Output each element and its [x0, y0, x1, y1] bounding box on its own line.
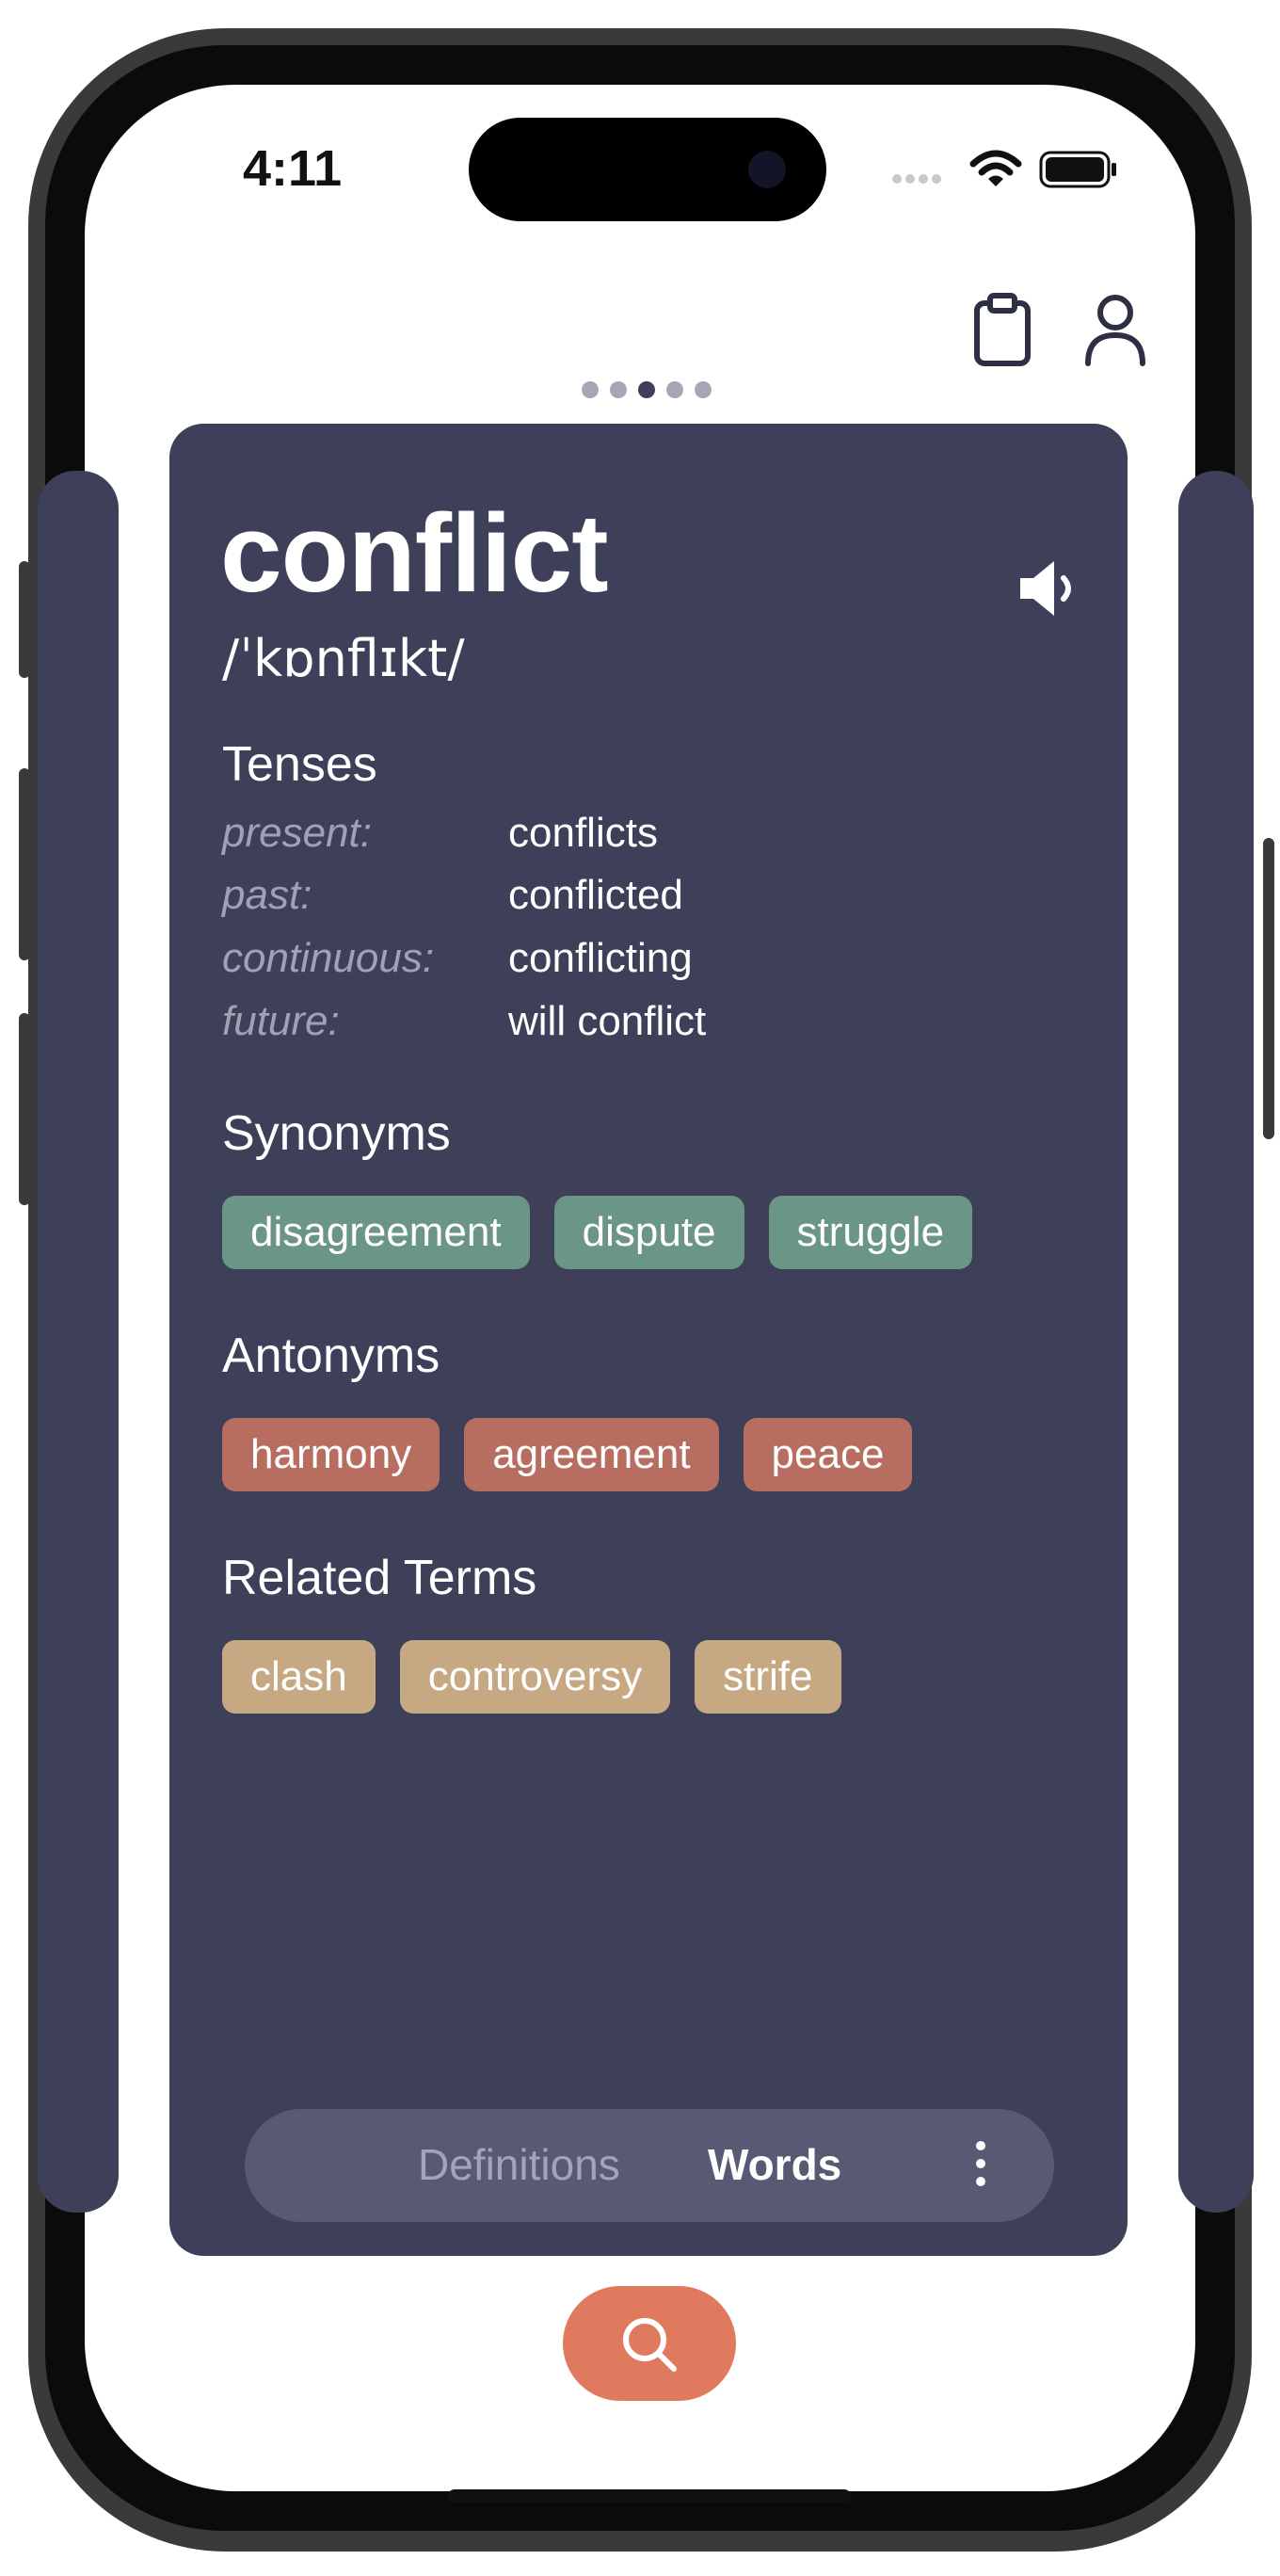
synonyms-heading: Synonyms	[222, 1106, 451, 1161]
volume-down-button	[19, 1013, 30, 1205]
tense-label-past: past:	[222, 872, 312, 918]
status-time: 4:11	[243, 140, 343, 197]
antonyms-heading: Antonyms	[222, 1328, 440, 1383]
tenses-heading: Tenses	[222, 737, 377, 792]
related-terms-heading: Related Terms	[222, 1551, 537, 1605]
page-dot	[695, 381, 712, 398]
synonym-chip[interactable]: disagreement	[222, 1196, 530, 1269]
tense-value-future: will conflict	[508, 998, 707, 1044]
page-dot	[610, 381, 627, 398]
more-vertical-icon[interactable]	[969, 2141, 992, 2194]
clipboard-icon[interactable]	[969, 292, 1035, 367]
related-term-chip[interactable]: controversy	[399, 1640, 671, 1714]
synonym-chip[interactable]: struggle	[768, 1196, 973, 1269]
home-indicator[interactable]	[448, 2489, 851, 2503]
action-button	[19, 561, 30, 678]
related-term-chip[interactable]: clash	[222, 1640, 376, 1714]
phonetic-text: /ˈkɒnflɪkt/	[222, 629, 465, 688]
related-terms-list: clash controversy strife	[222, 1640, 841, 1714]
related-term-chip[interactable]: strife	[695, 1640, 841, 1714]
antonyms-list: harmony agreement peace	[222, 1418, 913, 1491]
word-title: conflict	[220, 491, 609, 616]
next-card[interactable]	[1178, 471, 1254, 2213]
page-dot	[582, 381, 599, 398]
battery-icon	[1039, 151, 1116, 188]
tense-value-present: conflicts	[508, 810, 658, 856]
page-dot	[666, 381, 683, 398]
tab-definitions[interactable]: Definitions	[418, 2139, 620, 2190]
tab-words[interactable]: Words	[708, 2139, 841, 2190]
power-button	[1263, 838, 1274, 1139]
synonym-chip[interactable]: dispute	[553, 1196, 744, 1269]
page-indicator	[582, 381, 723, 403]
front-camera	[748, 151, 786, 188]
antonym-chip[interactable]: peace	[743, 1418, 913, 1491]
previous-card[interactable]	[38, 471, 119, 2213]
tense-value-continuous: conflicting	[508, 935, 693, 981]
tense-label-present: present:	[222, 810, 372, 856]
person-icon[interactable]	[1082, 292, 1148, 367]
synonyms-list: disagreement dispute struggle	[222, 1196, 973, 1269]
antonym-chip[interactable]: agreement	[464, 1418, 719, 1491]
cellular-signal-icon	[892, 171, 945, 188]
view-toggle	[245, 2109, 1054, 2222]
volume-up-button	[19, 768, 30, 960]
wifi-icon	[969, 150, 1022, 186]
page-dot-active	[638, 381, 655, 398]
search-icon	[623, 2318, 677, 2372]
tense-label-future: future:	[222, 998, 340, 1044]
speaker-icon[interactable]	[1016, 557, 1080, 620]
tense-value-past: conflicted	[508, 872, 683, 918]
antonym-chip[interactable]: harmony	[222, 1418, 440, 1491]
tense-label-continuous: continuous:	[222, 935, 435, 981]
